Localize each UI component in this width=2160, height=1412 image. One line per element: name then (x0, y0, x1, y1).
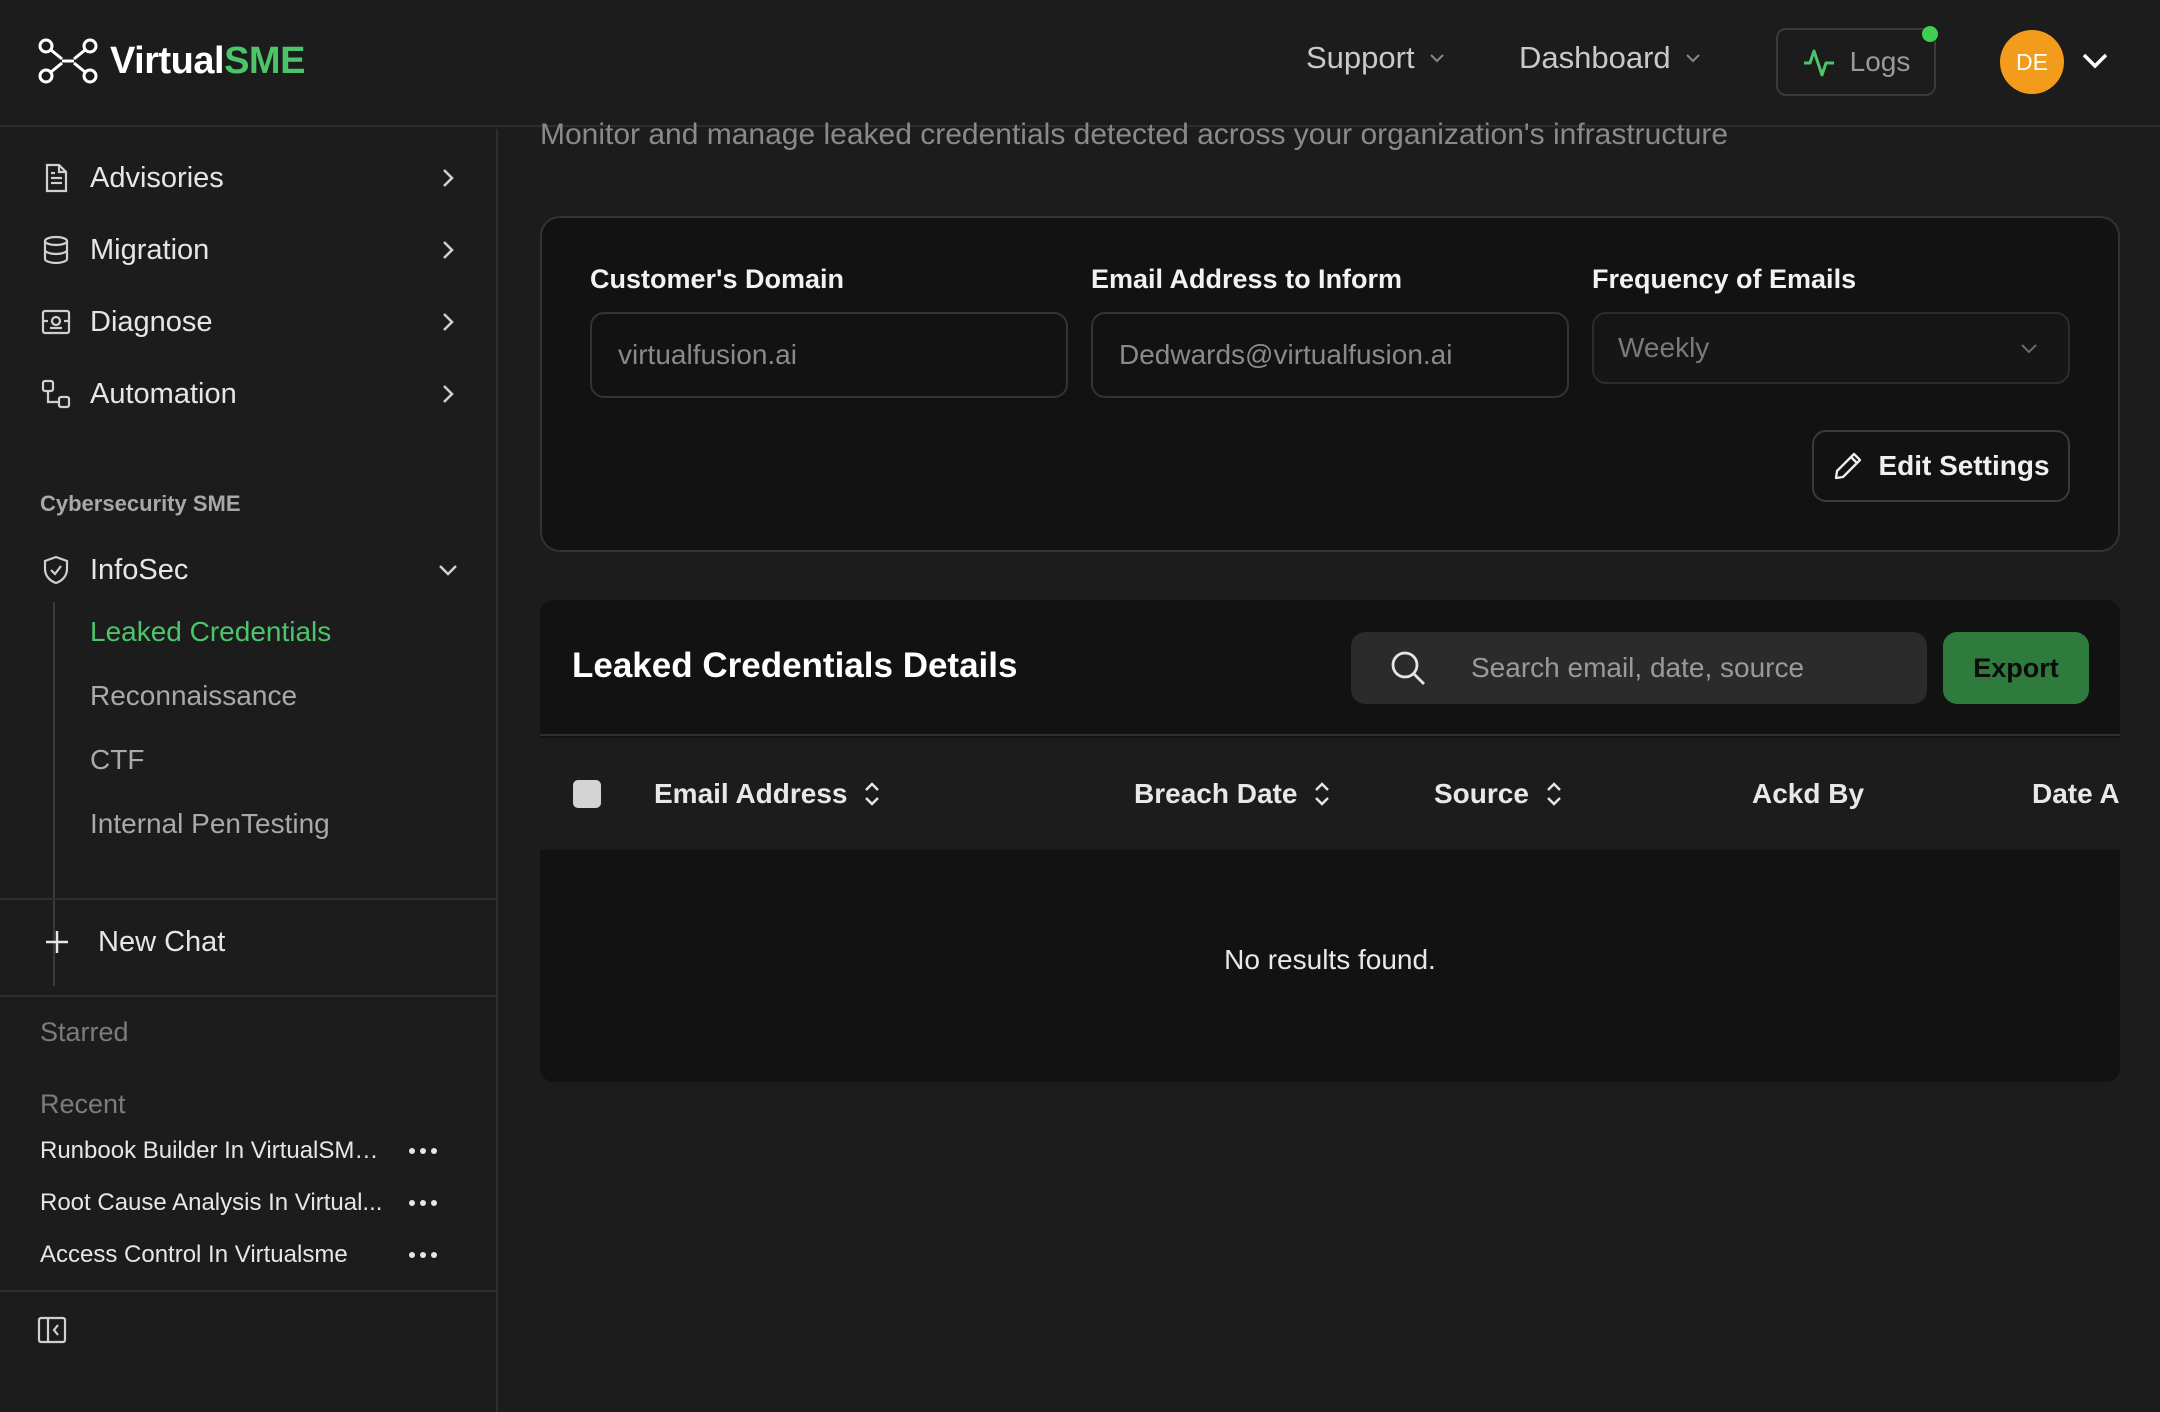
chevron-down-icon (1429, 54, 1444, 63)
top-header: VirtualSME Support Dashboard Logs DE (0, 0, 2160, 127)
more-options-icon[interactable] (408, 1146, 438, 1156)
email-field[interactable]: Dedwards@virtualfusion.ai (1091, 312, 1569, 398)
document-icon (45, 163, 68, 193)
new-chat-label: New Chat (98, 925, 226, 958)
domain-field[interactable]: virtualfusion.ai (590, 312, 1068, 398)
recent-chat-title: Root Cause Analysis In Virtual... (40, 1189, 383, 1216)
sidebar-item-advisories[interactable]: Advisories (40, 153, 460, 203)
activity-icon (1803, 49, 1834, 77)
leaked-credentials-card: Leaked Credentials Details Export Email … (540, 600, 2120, 1082)
frequency-label: Frequency of Emails (1592, 264, 1857, 294)
chevron-right-icon (443, 241, 454, 259)
workflow-icon (41, 379, 71, 409)
column-header-source[interactable]: Source (1434, 778, 1565, 810)
sidebar-item-label: Migration (90, 233, 210, 266)
chevron-down-icon (1685, 54, 1700, 63)
column-header-ackd-by: Ackd By (1752, 778, 1864, 810)
sidebar-divider (0, 1290, 496, 1292)
edit-settings-label: Edit Settings (1878, 450, 2050, 481)
virtualsme-logo[interactable]: VirtualSME (38, 38, 305, 84)
frequency-select[interactable]: Weekly (1592, 312, 2070, 384)
sidebar-subitem-leaked-credentials[interactable]: Leaked Credentials (90, 616, 331, 648)
sidebar-item-label: Automation (90, 377, 237, 410)
chevron-right-icon (443, 169, 454, 187)
new-chat-button[interactable]: New Chat (40, 925, 225, 959)
chevron-right-icon (443, 313, 454, 331)
sidebar-item-label: Advisories (90, 161, 224, 194)
column-label: Ackd By (1752, 778, 1865, 809)
starred-label: Starred (40, 1017, 129, 1047)
nav-support-label: Support (1306, 40, 1415, 75)
column-header-email[interactable]: Email Address (654, 778, 883, 810)
recent-label: Recent (40, 1089, 126, 1119)
more-options-icon[interactable] (408, 1198, 438, 1208)
frequency-value: Weekly (1618, 332, 1710, 363)
sidebar-item-label: Diagnose (90, 305, 213, 338)
sort-icon (865, 782, 880, 806)
recent-chat-item[interactable]: Access Control In Virtualsme (40, 1235, 460, 1275)
column-label: Email Address (654, 778, 848, 809)
sidebar-item-diagnose[interactable]: Diagnose (40, 297, 460, 347)
pencil-icon (1835, 452, 1862, 480)
shield-check-icon (43, 555, 69, 585)
sidebar-subitem-ctf[interactable]: CTF (90, 744, 144, 776)
column-header-date-acked: Date Ac (2032, 778, 2120, 810)
chevron-down-icon (2021, 344, 2037, 354)
logs-button[interactable]: Logs (1776, 28, 1936, 96)
nav-support[interactable]: Support (1306, 40, 1447, 76)
plus-icon (46, 931, 68, 953)
database-icon (43, 235, 69, 265)
logo-wordmark: VirtualSME (110, 39, 305, 82)
sidebar-item-automation[interactable]: Automation (40, 369, 460, 419)
sidebar-item-label: InfoSec (90, 553, 189, 586)
nav-dashboard[interactable]: Dashboard (1519, 40, 1703, 76)
page-subtitle: Monitor and manage leaked credentials de… (540, 118, 1729, 151)
email-label: Email Address to Inform (1091, 264, 1403, 294)
table-header: Email Address Breach Date Source Ackd By… (540, 738, 2120, 850)
chevron-right-icon (443, 385, 454, 403)
section-label-cybersecurity: Cybersecurity SME (40, 491, 241, 516)
edit-settings-button[interactable]: Edit Settings (1812, 430, 2070, 502)
search-box[interactable] (1351, 632, 1927, 704)
export-button[interactable]: Export (1943, 632, 2089, 704)
chevron-down-icon (439, 565, 457, 576)
empty-state-text: No results found. (1224, 944, 1436, 975)
sidebar-divider (0, 995, 496, 997)
logs-status-dot (1922, 26, 1938, 42)
logs-label: Logs (1849, 46, 1911, 77)
sort-icon (1547, 782, 1561, 806)
search-icon (1391, 651, 1425, 685)
network-logo-icon (38, 38, 98, 84)
sidebar-item-infosec[interactable]: InfoSec (40, 545, 460, 595)
sort-icon (1315, 782, 1330, 806)
user-avatar[interactable]: DE (2000, 30, 2064, 94)
recent-chat-item[interactable]: Root Cause Analysis In Virtual... (40, 1183, 460, 1223)
chevron-down-icon[interactable] (2080, 50, 2110, 72)
sidebar-subitem-internal-pentesting[interactable]: Internal PenTesting (90, 808, 330, 840)
sidebar-item-migration[interactable]: Migration (40, 225, 460, 275)
recent-chat-title: Access Control In Virtualsme (40, 1241, 348, 1268)
column-label: Date Ac (2032, 778, 2120, 809)
select-all-checkbox[interactable] (573, 780, 601, 808)
search-input[interactable] (1471, 652, 1901, 684)
column-label: Source (1434, 778, 1529, 809)
details-title: Leaked Credentials Details (572, 646, 1018, 685)
recent-chat-title: Runbook Builder In VirtualSME... (40, 1137, 385, 1164)
collapse-sidebar-icon[interactable] (36, 1314, 68, 1346)
column-label: Breach Date (1134, 778, 1298, 809)
nav-dashboard-label: Dashboard (1519, 40, 1671, 75)
more-options-icon[interactable] (408, 1250, 438, 1260)
recent-chat-item[interactable]: Runbook Builder In VirtualSME... (40, 1131, 460, 1171)
domain-label: Customer's Domain (590, 264, 844, 294)
column-header-breach-date[interactable]: Breach Date (1134, 778, 1333, 810)
settings-card: Customer's Domain virtualfusion.ai Email… (540, 216, 2120, 552)
sidebar: Advisories Migration Diagnose Automation… (0, 129, 498, 1412)
sidebar-subitem-reconnaissance[interactable]: Reconnaissance (90, 680, 297, 712)
sidebar-divider (0, 898, 496, 900)
details-header: Leaked Credentials Details Export (540, 600, 2120, 736)
diagnose-icon (41, 309, 71, 335)
